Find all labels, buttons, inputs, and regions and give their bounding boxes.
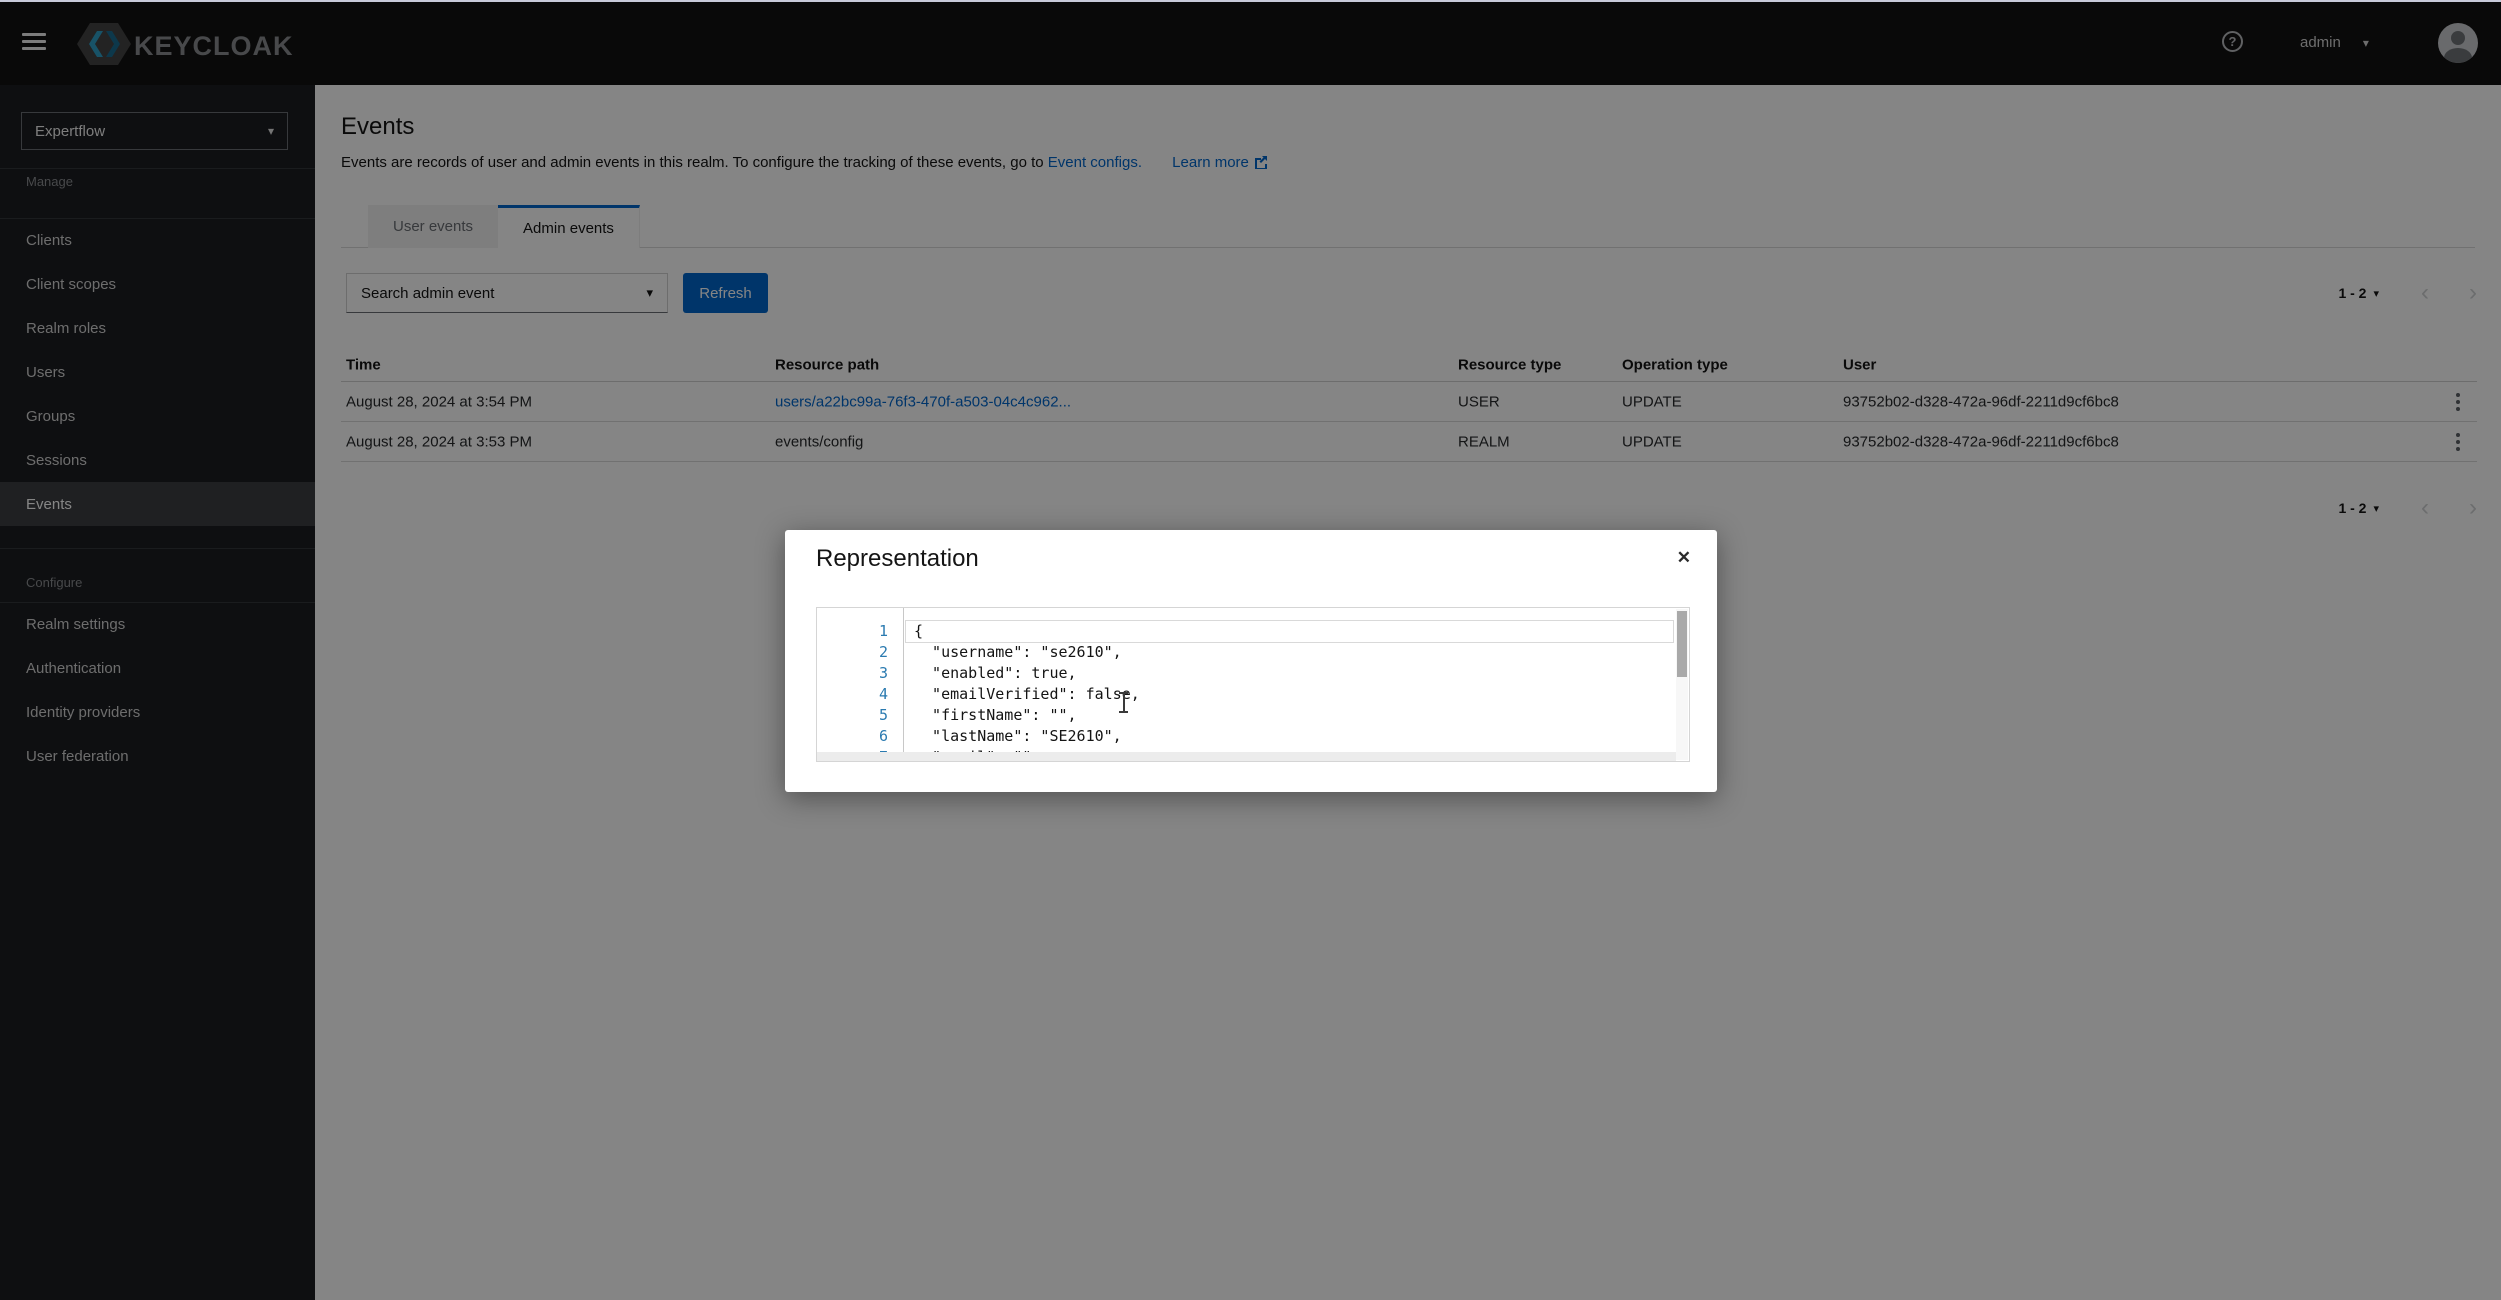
code-line: "lastName": "SE2610", [914,726,1675,747]
line-number: 5 [817,705,903,726]
top-edge-strip [0,0,2501,2]
line-number: 4 [817,684,903,705]
vertical-scrollbar-thumb[interactable] [1677,611,1687,677]
code-line: { [914,621,1675,642]
code-line: "enabled": true, [914,663,1675,684]
line-number: 2 [817,642,903,663]
line-number: 6 [817,726,903,747]
code-line: "firstName": "", [914,705,1675,726]
code-content[interactable]: { "username": "se2610", "enabled": true,… [905,608,1675,761]
code-line: "username": "se2610", [914,642,1675,663]
horizontal-scrollbar[interactable] [817,752,1676,761]
line-number: 1 [817,621,903,642]
vertical-scrollbar[interactable] [1676,609,1688,760]
modal-title: Representation [816,545,979,573]
line-number: 3 [817,663,903,684]
line-number-gutter: 1 2 3 4 5 6 7 [817,608,904,761]
code-editor[interactable]: 1 2 3 4 5 6 7 { "username": "se2610", "e… [816,607,1690,762]
close-icon[interactable]: ✕ [1677,548,1691,568]
code-line: "emailVerified": false, [914,684,1675,705]
representation-modal: Representation ✕ 1 2 3 4 5 6 7 { "userna… [785,530,1717,792]
